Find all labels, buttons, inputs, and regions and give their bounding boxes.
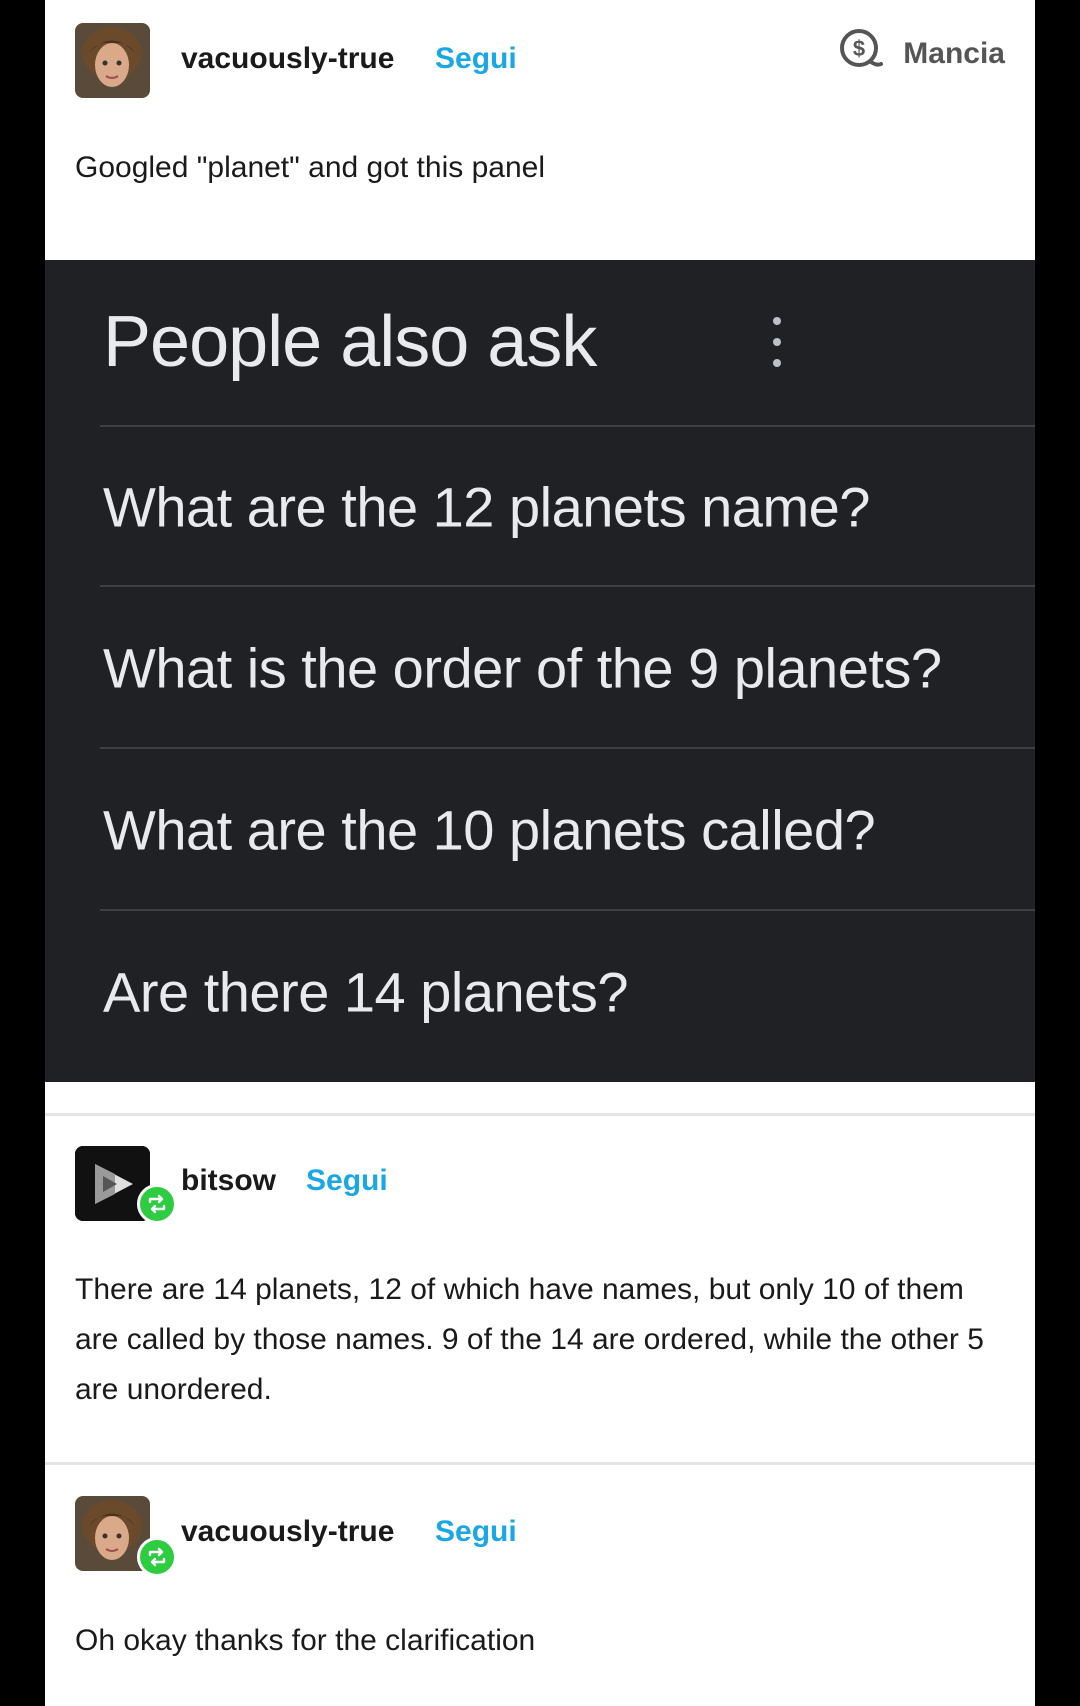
follow-button[interactable]: Segui <box>306 1164 388 1198</box>
svg-text:$: $ <box>853 36 865 61</box>
follow-button[interactable]: Segui <box>435 42 517 76</box>
original-post: vacuously-true Segui $ Mancia Googled "p… <box>45 0 1035 260</box>
divider <box>100 425 1035 427</box>
avatar-vacuously-true[interactable] <box>75 23 150 98</box>
search-screenshot: People also ask What are the 12 planets … <box>45 260 1035 1082</box>
tip-button[interactable]: $ Mancia <box>837 26 1005 82</box>
question-item: What is the order of the 9 planets? <box>103 636 942 700</box>
kebab-menu-icon <box>770 317 784 367</box>
reblog-username[interactable]: bitsow <box>181 1164 276 1198</box>
people-also-ask-title: People also ask <box>103 302 597 382</box>
divider <box>100 585 1035 587</box>
reblog-text: Oh okay thanks for the clarification <box>75 1624 536 1657</box>
reblog-bitsow: bitsow Segui There are 14 planets, 12 of… <box>45 1082 1035 1462</box>
divider <box>100 747 1035 749</box>
reblog-vacuously-true: vacuously-true Segui Oh okay thanks for … <box>45 1465 1035 1706</box>
separator <box>45 1113 1035 1116</box>
reblog-icon <box>137 1537 177 1577</box>
reblog-icon <box>137 1184 177 1224</box>
reblog-username[interactable]: vacuously-true <box>181 1515 394 1549</box>
reblog-text: There are 14 planets, 12 of which have n… <box>75 1273 984 1406</box>
question-item: What are the 12 planets name? <box>103 475 870 539</box>
post-username[interactable]: vacuously-true <box>181 42 394 76</box>
question-item: Are there 14 planets? <box>103 960 628 1024</box>
divider <box>100 909 1035 911</box>
tip-label: Mancia <box>903 37 1005 70</box>
post-text: Googled "planet" and got this panel <box>75 151 545 184</box>
tip-dollar-icon: $ <box>837 26 885 82</box>
question-item: What are the 10 planets called? <box>103 798 876 862</box>
follow-button[interactable]: Segui <box>435 1515 517 1549</box>
